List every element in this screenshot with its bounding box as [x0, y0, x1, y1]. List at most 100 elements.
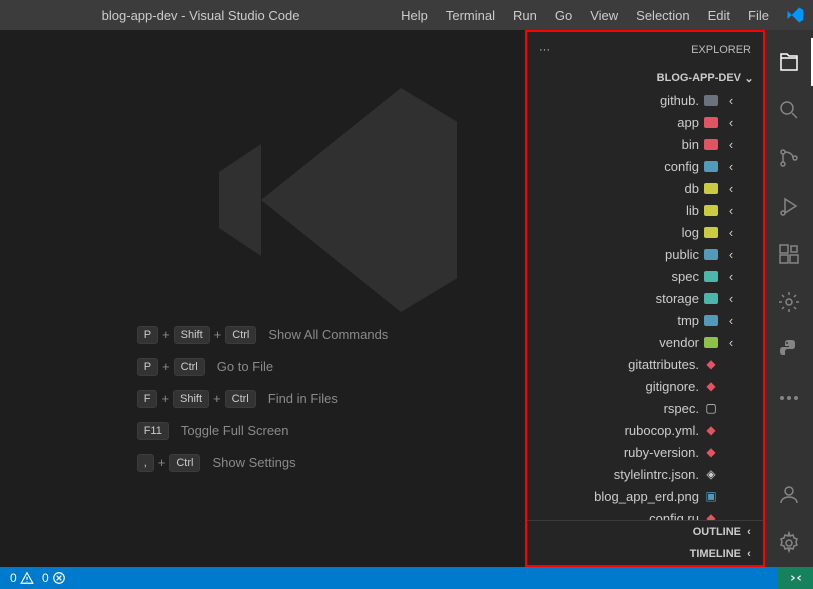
- tree-item-gitattributes[interactable]: ◆.gitattributes: [527, 353, 755, 375]
- tree-label: .rspec: [664, 401, 699, 416]
- keyboard-key: Ctrl: [169, 454, 200, 472]
- chevron-right-icon: ›: [723, 313, 739, 328]
- tree-label: .rubocop.yml: [625, 423, 699, 438]
- tree-label: config: [664, 159, 699, 174]
- tree-item-configru[interactable]: ◆config.ru: [527, 507, 755, 520]
- status-errors[interactable]: 0: [42, 571, 66, 586]
- menu-terminal[interactable]: Terminal: [438, 4, 503, 27]
- tree-item-db[interactable]: › db: [527, 177, 755, 199]
- folder-icon: [703, 246, 719, 262]
- timeline-section[interactable]: ›TIMELINE: [527, 543, 763, 565]
- keyboard-key: ,: [137, 454, 154, 472]
- chevron-right-icon: ›: [741, 548, 757, 560]
- chevron-right-icon: ›: [723, 203, 739, 218]
- chevron-right-icon: ›: [723, 225, 739, 240]
- chevron-right-icon: ›: [723, 291, 739, 306]
- tree-item-lib[interactable]: ›lib: [527, 199, 755, 221]
- chevron-right-icon: ›: [723, 181, 739, 196]
- menu-run[interactable]: Run: [505, 4, 545, 27]
- folder-icon: [703, 268, 719, 284]
- tree-label: app: [677, 115, 699, 130]
- titlebar: File Edit Selection View Go Run Terminal…: [0, 0, 813, 30]
- tree-item-rspec[interactable]: ▢.rspec: [527, 397, 755, 419]
- menubar: File Edit Selection View Go Run Terminal…: [393, 4, 777, 27]
- menu-file[interactable]: File: [740, 4, 777, 27]
- account-icon[interactable]: [765, 471, 813, 519]
- tree-label: log: [682, 225, 699, 240]
- tree-label: config.ru: [649, 511, 699, 521]
- tree-item-bin[interactable]: ›bin: [527, 133, 755, 155]
- tree-label: vendor: [659, 335, 699, 350]
- menu-help[interactable]: Help: [393, 4, 436, 27]
- tree-item-spec[interactable]: › spec: [527, 265, 755, 287]
- folder-icon: [703, 114, 719, 130]
- remote-icon[interactable]: [765, 278, 813, 326]
- chevron-right-icon: ›: [723, 247, 739, 262]
- git-icon: ◆: [703, 378, 719, 394]
- chevron-right-icon: ›: [723, 115, 739, 130]
- activitybar: [765, 30, 813, 567]
- tree-label: tmp: [677, 313, 699, 328]
- window-title: blog-app-dev - Visual Studio Code: [8, 8, 393, 23]
- keyboard-key: Ctrl: [225, 390, 256, 408]
- tree-item-app[interactable]: › app: [527, 111, 755, 133]
- menu-view[interactable]: View: [582, 4, 626, 27]
- shortcut-settings: Show Settings Ctrl+,: [137, 454, 296, 472]
- tree-label: bin: [682, 137, 699, 152]
- stylelint-icon: ◈: [703, 466, 719, 482]
- tree-item-config[interactable]: ›config: [527, 155, 755, 177]
- tree-label: .gitignore: [646, 379, 700, 394]
- folder-icon: [703, 224, 719, 240]
- tree-item-ruby-version[interactable]: ◆.ruby-version: [527, 441, 755, 463]
- tree-item-public[interactable]: ›public: [527, 243, 755, 265]
- keyboard-key: F11: [137, 422, 169, 440]
- extensions-icon[interactable]: [765, 230, 813, 278]
- search-icon[interactable]: [765, 86, 813, 134]
- tree-label: storage: [656, 291, 699, 306]
- vscode-watermark-icon: [205, 60, 485, 340]
- editor-area: Show All Commands Ctrl+Shift+P Go to Fil…: [0, 30, 525, 567]
- chevron-right-icon: ›: [723, 93, 739, 108]
- tree-item-gitignore[interactable]: ◆.gitignore: [527, 375, 755, 397]
- tree-item-stylelintrcjson[interactable]: ◈ .stylelintrc.json: [527, 463, 755, 485]
- explorer-sidebar: EXPLORER ··· ⌄ BLOG-APP-DEV ›.github›app…: [525, 30, 765, 567]
- tree-item-log[interactable]: › log: [527, 221, 755, 243]
- python-icon[interactable]: [765, 326, 813, 374]
- keyboard-key: P: [137, 326, 158, 344]
- keyboard-key: Ctrl: [174, 358, 205, 376]
- explorer-more-icon[interactable]: ···: [539, 44, 550, 56]
- tree-label: .stylelintrc.json: [614, 467, 699, 482]
- folder-icon: [703, 290, 719, 306]
- folder-icon: [703, 202, 719, 218]
- explorer-title: EXPLORER: [691, 44, 751, 56]
- folder-name: BLOG-APP-DEV: [657, 72, 741, 84]
- menu-selection[interactable]: Selection: [628, 4, 697, 27]
- explorer-icon[interactable]: [765, 38, 813, 86]
- more-icon[interactable]: [765, 374, 813, 422]
- folder-icon: [703, 158, 719, 174]
- menu-edit[interactable]: Edit: [700, 4, 738, 27]
- tree-item-blog_app_erdpng[interactable]: ▣blog_app_erd.png: [527, 485, 755, 507]
- chevron-right-icon: ›: [723, 269, 739, 284]
- keyboard-key: F: [137, 390, 158, 408]
- debug-icon[interactable]: [765, 182, 813, 230]
- source-control-icon[interactable]: [765, 134, 813, 182]
- tree-label: spec: [672, 269, 699, 284]
- tree-item-rubocopyml[interactable]: ◆.rubocop.yml: [527, 419, 755, 441]
- folder-icon: [703, 180, 719, 196]
- outline-section[interactable]: ›OUTLINE: [527, 521, 763, 543]
- tree-item-storage[interactable]: › storage: [527, 287, 755, 309]
- tree-item-tmp[interactable]: › tmp: [527, 309, 755, 331]
- folder-icon: [703, 136, 719, 152]
- remote-indicator[interactable]: [778, 567, 813, 589]
- keyboard-key: P: [137, 358, 158, 376]
- tree-item-vendor[interactable]: ›vendor: [527, 331, 755, 353]
- menu-go[interactable]: Go: [547, 4, 580, 27]
- tree-item-github[interactable]: ›.github: [527, 89, 755, 111]
- folder-icon: [703, 92, 719, 108]
- settings-icon[interactable]: [765, 519, 813, 567]
- tree-label: db: [685, 181, 699, 196]
- status-warnings[interactable]: 0: [10, 571, 34, 586]
- folder-root[interactable]: ⌄ BLOG-APP-DEV: [527, 67, 763, 89]
- welcome-shortcuts: Show All Commands Ctrl+Shift+P Go to Fil…: [137, 326, 389, 472]
